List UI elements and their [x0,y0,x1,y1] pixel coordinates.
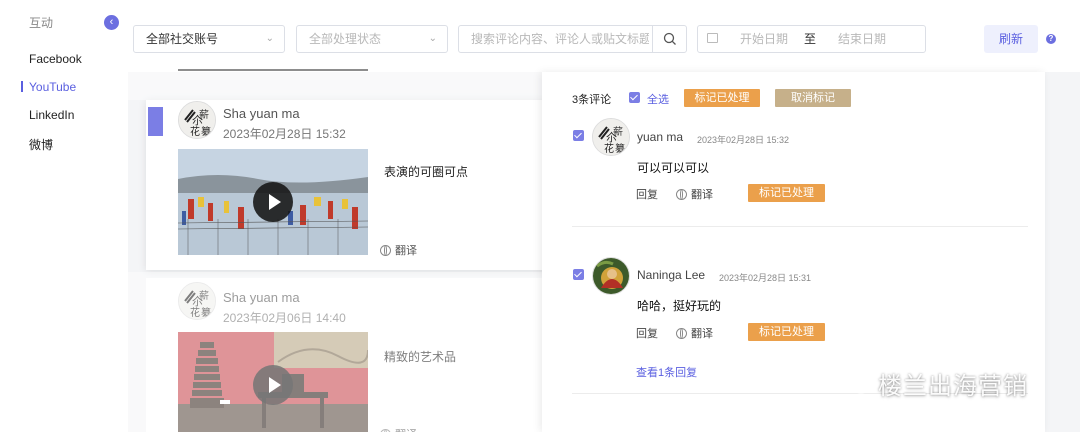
sidebar-item-weibo[interactable]: 微博 [29,136,53,153]
video-thumbnail[interactable] [178,332,368,432]
help-icon[interactable]: ? [1046,34,1056,44]
refresh-button[interactable]: 刷新 [984,25,1038,53]
svg-text:薪: 薪 [199,109,209,121]
post-card[interactable]: 尒 薪 花 纂 Sha yuan ma 2023年02月28日 15:32 表演 [146,100,551,270]
account-select-value: 全部社交账号 [146,32,219,46]
globe-icon [676,189,687,200]
post-time: 2023年02月28日 15:32 [223,127,346,141]
view-replies-link[interactable]: 查看1条回复 [636,364,697,380]
comment-text: 可以可以可以 [637,161,710,175]
post-author: Sha yuan ma [223,106,300,121]
avatar: 尒 薪 花 纂 [178,282,216,320]
translate-label: 翻译 [395,245,417,257]
account-select[interactable]: 全部社交账号 ⌄ [133,25,285,53]
selected-indicator [148,107,163,136]
reply-button[interactable]: 回复 [636,186,658,202]
select-all-checkbox[interactable] [629,92,640,103]
search-button[interactable] [652,26,686,52]
comment-translate-button[interactable]: 翻译 [676,325,713,341]
unmark-button[interactable]: 取消标记 [775,89,851,107]
status-select-value: 全部处理状态 [309,32,382,46]
search-icon [663,32,676,45]
post-author: Sha yuan ma [223,290,300,305]
comment-translate-button[interactable]: 翻译 [676,186,713,202]
status-select[interactable]: 全部处理状态 ⌄ [296,25,448,53]
chevron-down-icon: ⌄ [265,33,274,44]
video-thumbnail[interactable] [178,149,368,255]
svg-text:花: 花 [604,142,614,155]
collapse-sidebar-icon[interactable]: ‹ [104,15,119,30]
post-translate-button[interactable]: 翻译 [380,426,417,432]
globe-icon [676,328,687,339]
active-nav-marker [21,81,23,92]
avatar: 尒 薪 花 纂 [592,118,630,156]
comment-time: 2023年02月28日 15:32 [697,135,790,145]
globe-icon [380,245,391,256]
post-text: 表演的可圈可点 [384,165,469,179]
comment-time: 2023年02月28日 15:31 [719,273,812,283]
svg-text:花: 花 [190,306,200,319]
comment-divider [572,226,1028,227]
chevron-down-icon: ⌄ [428,33,437,44]
translate-label: 翻译 [691,189,713,201]
search-input[interactable] [459,26,649,52]
sidebar: 互动 ‹ Facebook YouTube LinkedIn 微博 [0,0,128,432]
svg-text:纂: 纂 [201,125,211,138]
previous-post-edge [178,69,368,71]
svg-text:纂: 纂 [201,306,211,319]
svg-text:薪: 薪 [199,290,209,302]
svg-text:薪: 薪 [613,126,623,138]
play-icon[interactable] [253,182,293,222]
comment-count: 3条评论 [572,94,612,106]
comment-checkbox[interactable] [573,130,584,141]
date-end[interactable]: 结束日期 [838,26,886,52]
sidebar-item-youtube[interactable]: YouTube [29,80,76,94]
comment-text: 哈哈，挺好玩的 [637,299,722,313]
comment-checkbox[interactable] [573,269,584,280]
sidebar-item-linkedin[interactable]: LinkedIn [29,108,74,122]
comment-status-badge[interactable]: 标记已处理 [748,184,825,202]
comment-author: yuan ma [637,130,684,144]
sidebar-section-title: 互动 [29,16,54,30]
calendar-icon [707,33,718,43]
comment-status-badge[interactable]: 标记已处理 [748,323,825,341]
date-start[interactable]: 开始日期 [740,26,788,52]
avatar: 尒 薪 花 纂 [178,101,216,139]
comment-author: Naninga Lee [637,268,706,282]
post-feed: 尒 薪 花 纂 Sha yuan ma 2023年02月28日 15:32 表演 [128,69,551,432]
search-box [458,25,687,53]
post-text: 精致的艺术品 [384,350,457,364]
translate-label: 翻译 [691,328,713,340]
post-translate-button[interactable]: 翻译 [380,242,417,258]
date-separator: 至 [804,32,817,46]
svg-text:花: 花 [190,125,200,138]
svg-text:纂: 纂 [615,142,625,155]
filter-bar: 全部社交账号 ⌄ 全部处理状态 ⌄ 开始日期 至 结束日期 刷新 ? [128,0,1080,72]
date-range-picker[interactable]: 开始日期 至 结束日期 [697,25,926,53]
avatar [592,257,630,295]
select-all-label[interactable]: 全选 [647,91,669,107]
reply-button[interactable]: 回复 [636,325,658,341]
play-icon[interactable] [253,365,293,405]
wechat-icon [839,371,871,394]
mark-done-button[interactable]: 标记已处理 [684,89,760,107]
post-time: 2023年02月06日 14:40 [223,311,346,325]
watermark-text: 楼兰出海营销 [878,373,1028,400]
sidebar-item-facebook[interactable]: Facebook [29,52,82,66]
post-card[interactable]: 尒 薪 花 纂 Sha yuan ma 2023年02月06日 14:40 精致… [146,278,551,432]
